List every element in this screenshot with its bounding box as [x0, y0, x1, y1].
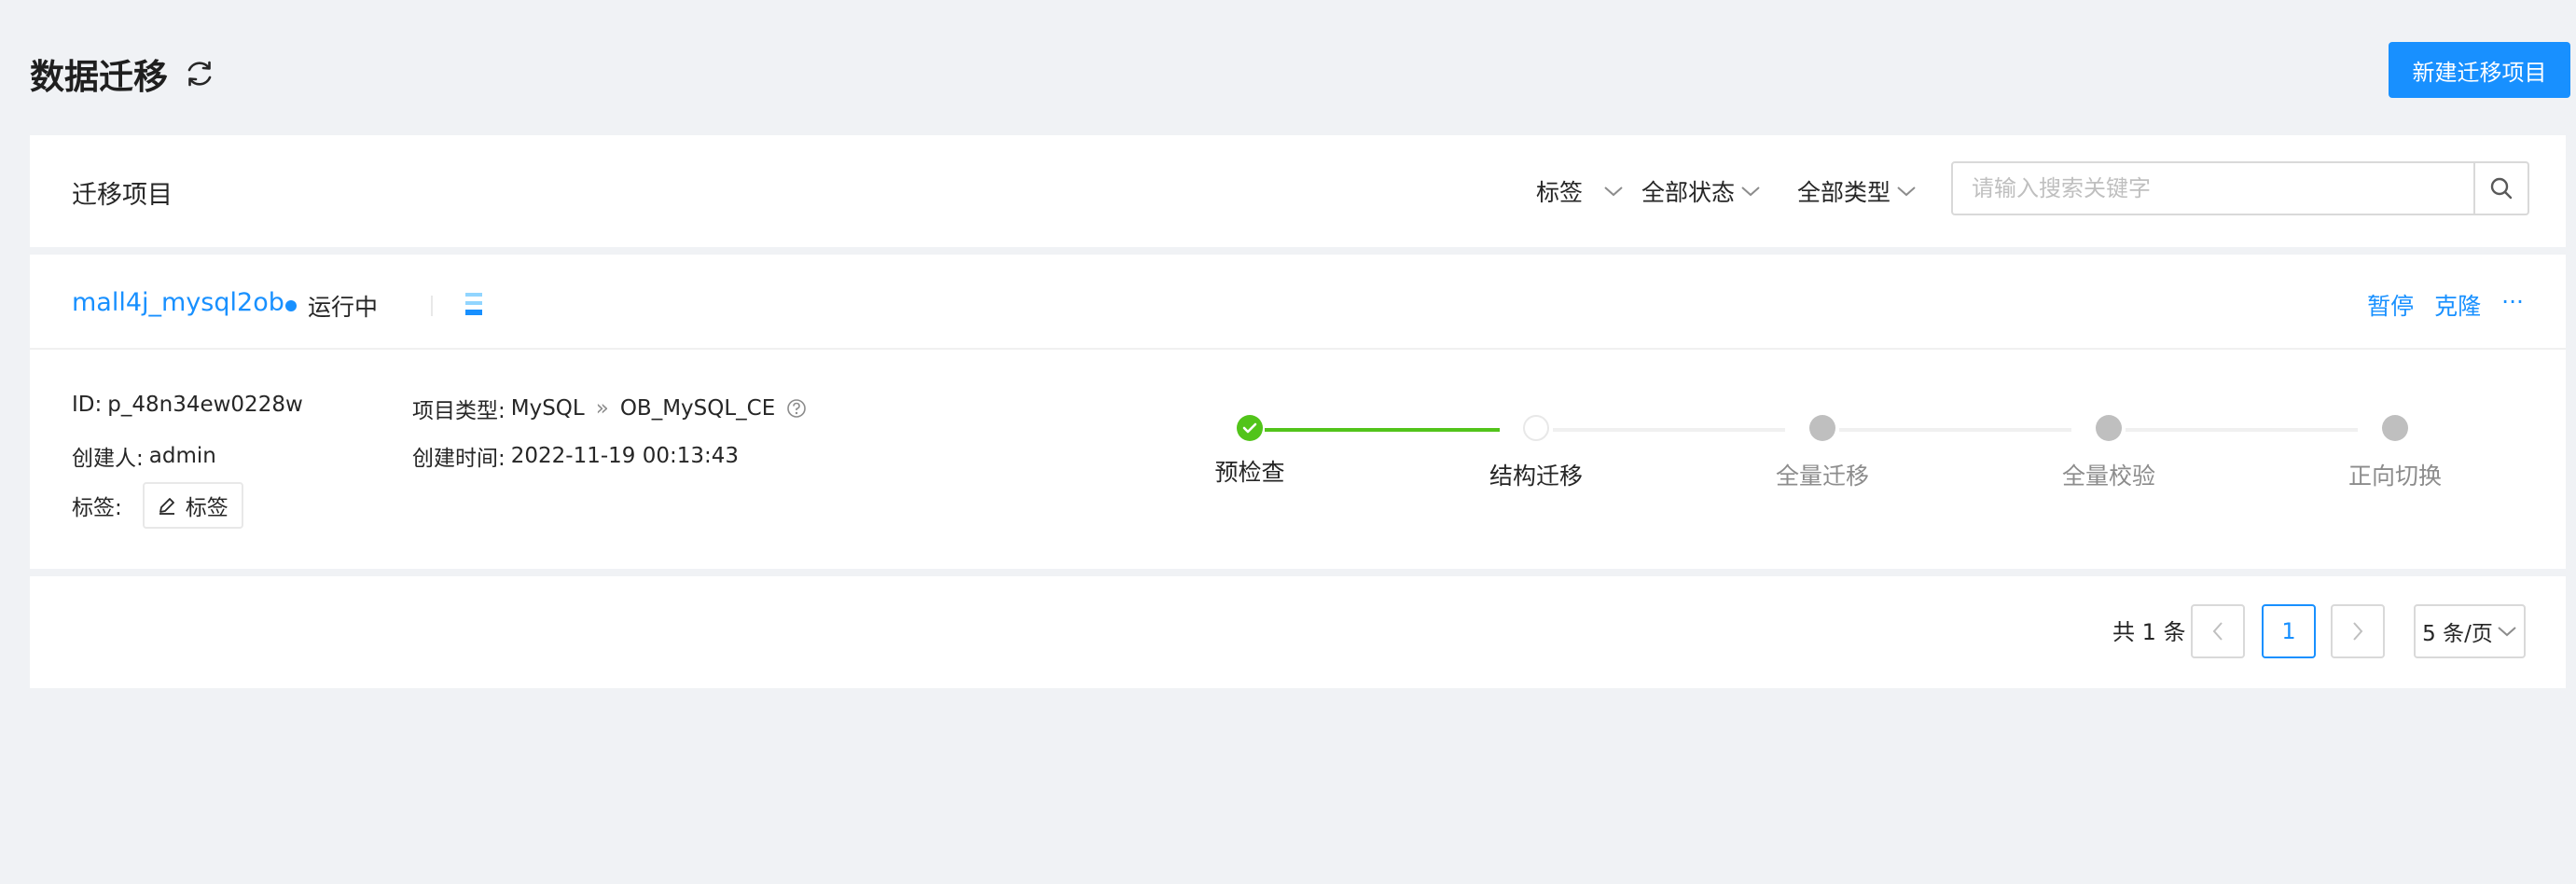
step-label-switchover: 正向切换: [2347, 463, 2443, 490]
step-pending-icon: [2382, 415, 2408, 441]
refresh-icon[interactable]: [183, 57, 216, 90]
chevron-down-icon: [2498, 627, 2516, 637]
type-filter-label: 全部类型: [1797, 179, 1891, 206]
edit-tag-button[interactable]: 标签: [142, 482, 243, 529]
project-id-label: ID:: [72, 393, 103, 417]
project-id-value: p_48n34ew0228w: [107, 393, 303, 417]
search-input[interactable]: [1953, 163, 2473, 214]
search-button[interactable]: [2473, 163, 2528, 214]
chevron-left-icon: [2212, 622, 2223, 641]
step-pending-icon: [2096, 415, 2122, 441]
search-box: [1951, 161, 2529, 215]
search-icon: [2490, 177, 2513, 200]
next-page-button[interactable]: [2331, 604, 2385, 658]
page-1-button[interactable]: 1: [2262, 604, 2316, 658]
help-icon[interactable]: [786, 398, 807, 419]
step-label-precheck: 预检查: [1214, 459, 1285, 486]
total-count: 共 1 条: [2112, 619, 2186, 645]
step-connector: [1553, 428, 1785, 432]
page-title: 数据迁移: [30, 48, 216, 99]
project-header: mall4j_mysql2ob 运行中 暂停 克隆 ···: [30, 255, 2566, 350]
project-tags: 标签: 标签: [72, 482, 243, 529]
pause-button[interactable]: 暂停: [2367, 288, 2414, 322]
clone-button[interactable]: 克隆: [2434, 288, 2481, 322]
chevron-down-icon: [1897, 186, 1916, 197]
new-project-button[interactable]: 新建迁移项目: [2389, 42, 2570, 98]
page-title-text: 数据迁移: [30, 57, 168, 97]
page: 数据迁移 新建迁移项目 迁移项目 标签 全部状态 全部类型 请输入搜索关键字 m…: [0, 0, 2576, 884]
project-created: 创建时间: 2022-11-19 00:13:43: [412, 440, 739, 472]
project-id: ID: p_48n34ew0228w: [72, 393, 303, 417]
project-actions: 暂停 克隆 ···: [2367, 288, 2524, 322]
step-label-full-migration: 全量迁移: [1775, 463, 1870, 490]
page-size-select[interactable]: 5 条/页: [2414, 604, 2526, 658]
status-dot-icon: [285, 300, 297, 311]
tag-filter-label: 标签: [1536, 179, 1584, 206]
step-current-icon: [1523, 415, 1549, 441]
step-connector: [2126, 428, 2358, 432]
project-type: 项目类型: MySQL » OB_MySQL_CE: [412, 393, 807, 424]
more-button[interactable]: ···: [2501, 288, 2524, 322]
creator-value: admin: [148, 444, 216, 468]
type-target: OB_MySQL_CE: [619, 396, 776, 421]
created-label: 创建时间:: [412, 447, 506, 471]
step-connector: [1839, 428, 2071, 432]
status-badge: 运行中: [285, 289, 378, 323]
tag-label: 标签:: [72, 496, 122, 520]
edit-icon: [159, 498, 174, 515]
creator-label: 创建人:: [72, 447, 144, 471]
step-label-schema: 结构迁移: [1489, 463, 1584, 490]
step-connector-done: [1265, 428, 1500, 432]
toolbar-card: 迁移项目 标签 全部状态 全部类型: [30, 135, 2566, 247]
project-name-link[interactable]: mall4j_mysql2ob: [72, 288, 284, 317]
type-filter[interactable]: 全部类型: [1797, 174, 1917, 208]
chevron-down-icon: [1604, 186, 1623, 197]
arrow-icon: »: [595, 396, 609, 421]
pagination: 共 1 条 1 5 条/页: [30, 576, 2566, 688]
status-filter-label: 全部状态: [1641, 179, 1736, 206]
step-label-full-verify: 全量校验: [2061, 463, 2156, 490]
chevron-right-icon: [2353, 622, 2363, 641]
created-value: 2022-11-19 00:13:43: [510, 444, 740, 468]
section-title: 迁移项目: [72, 181, 173, 210]
project-creator: 创建人: admin: [72, 440, 216, 472]
page-size-value: 5 条/页: [2422, 622, 2493, 646]
check-icon: [1237, 415, 1263, 441]
divider: [431, 296, 433, 316]
type-source: MySQL: [510, 396, 585, 421]
project-card: mall4j_mysql2ob 运行中 暂停 克隆 ··· ID: p_48n3…: [30, 255, 2566, 569]
status-text: 运行中: [308, 294, 379, 321]
type-label: 项目类型:: [412, 399, 506, 423]
status-filter[interactable]: 全部状态: [1641, 174, 1761, 208]
prev-page-button[interactable]: [2191, 604, 2245, 658]
edit-tag-label: 标签: [185, 496, 229, 520]
database-icon: [465, 293, 482, 315]
step-pending-icon: [1809, 415, 1835, 441]
chevron-down-icon: [1741, 186, 1760, 197]
tag-filter[interactable]: 标签: [1536, 174, 1624, 208]
